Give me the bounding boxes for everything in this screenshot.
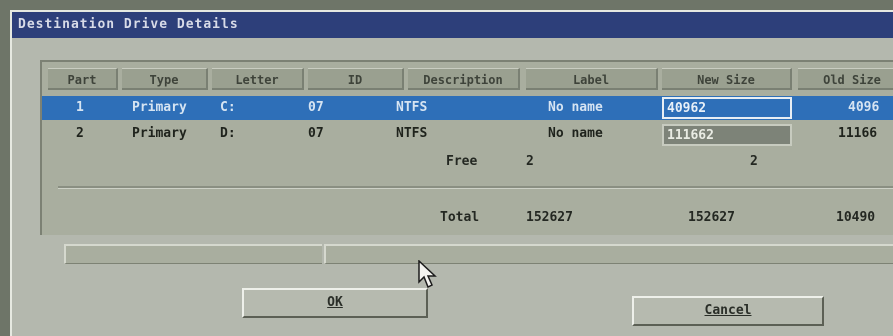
cell-label: No name xyxy=(548,100,603,115)
cell-id: 07 xyxy=(308,100,324,115)
free-new-size: 2 xyxy=(750,154,758,169)
cell-type: Primary xyxy=(132,100,187,115)
cell-id: 07 xyxy=(308,126,324,141)
ok-button-label: OK xyxy=(327,295,343,310)
header-letter: Letter xyxy=(212,68,304,90)
free-label: Free xyxy=(446,154,478,169)
header-id: ID xyxy=(308,68,404,90)
cell-letter: C: xyxy=(220,100,236,115)
free-value: 2 xyxy=(526,154,534,169)
cell-letter: D: xyxy=(220,126,236,141)
cell-description: NTFS xyxy=(396,126,428,141)
partition-table: Part Type Letter ID Description Label Ne… xyxy=(40,60,893,235)
total-old-size: 10490 xyxy=(836,210,876,225)
total-label: Total xyxy=(440,210,480,225)
destination-drive-details-window: Destination Drive Details Part Type Lett… xyxy=(10,10,893,336)
cell-part: 2 xyxy=(76,126,84,141)
total-row: Total 152627 152627 10490 xyxy=(42,206,893,230)
header-description: Description xyxy=(408,68,520,90)
cell-label: No name xyxy=(548,126,603,141)
cell-description: NTFS xyxy=(396,100,428,115)
header-label: Label xyxy=(526,68,658,90)
table-header: Part Type Letter ID Description Label Ne… xyxy=(42,68,893,90)
total-new-size: 152627 xyxy=(688,210,735,225)
header-new-size: New Size xyxy=(662,68,792,90)
header-type: Type xyxy=(122,68,208,90)
cell-old-size: 11166 xyxy=(838,126,878,141)
new-size-input-partition-2[interactable] xyxy=(662,124,792,146)
header-old-size: Old Size xyxy=(798,68,893,90)
status-field-right xyxy=(324,244,893,264)
summary-divider xyxy=(58,186,893,189)
window-title: Destination Drive Details xyxy=(12,12,893,38)
cell-type: Primary xyxy=(132,126,187,141)
ok-button[interactable]: OK xyxy=(242,288,428,318)
status-field-left xyxy=(64,244,322,264)
header-part: Part xyxy=(48,68,118,90)
new-size-input-partition-1[interactable] xyxy=(662,97,792,119)
cancel-button-label: Cancel xyxy=(704,303,752,318)
cell-part: 1 xyxy=(76,100,84,115)
cancel-button[interactable]: Cancel xyxy=(632,296,824,326)
free-row: Free 2 2 xyxy=(42,150,893,174)
mouse-pointer-icon xyxy=(418,260,437,289)
total-value: 152627 xyxy=(526,210,573,225)
cell-old-size: 4096 xyxy=(848,100,880,115)
